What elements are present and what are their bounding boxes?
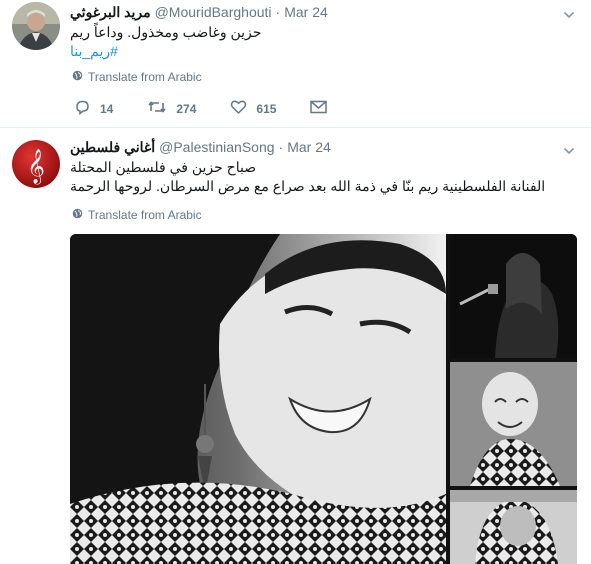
reply-button[interactable]: 14 [74,99,113,118]
thumbnail-3[interactable] [450,490,577,564]
translate-link[interactable]: Translate from Arabic [72,208,202,222]
main-photo[interactable] [70,234,446,564]
timestamp[interactable]: Mar 24 [287,139,331,155]
retweet-count: 274 [176,101,197,116]
like-count: 615 [256,101,277,116]
display-name[interactable]: أغاني فلسطين [70,139,155,156]
svg-text:𝄞: 𝄞 [27,149,45,185]
tweet-mourid[interactable]: مريد البرغوثي @MouridBarghouti · Mar 24 … [0,0,591,128]
heart-icon [230,99,256,118]
tweet-text-line2: الفنانة الفلسطينية ريم بنّا في ذمة الله … [70,178,546,194]
separator: · [275,4,281,20]
translate-link[interactable]: Translate from Arabic [72,70,202,84]
direct-message-button[interactable] [310,100,336,117]
tweet-text: حزين وغاضب ومخذول. وداعاً ريم [70,24,262,40]
translate-label: Translate from Arabic [88,70,202,84]
envelope-icon [310,100,336,117]
thumbnail-2[interactable] [450,362,577,486]
tweet-text-line1: صباح حزين في فلسطين المحتلة [70,159,257,175]
like-button[interactable]: 615 [230,99,276,118]
reply-icon [74,99,100,118]
username[interactable]: @PalestinianSong [159,139,274,155]
tweet-actions: 14 274 615 [74,99,370,118]
media-grid [70,234,577,564]
tweet-header: أغاني فلسطين @PalestinianSong · Mar 24 [70,137,331,157]
reply-count: 14 [100,101,114,116]
display-name[interactable]: مريد البرغوثي [70,4,151,21]
timestamp[interactable]: Mar 24 [284,4,328,20]
translate-label: Translate from Arabic [88,208,202,222]
avatar[interactable] [12,2,60,50]
chevron-down-icon[interactable] [563,144,575,156]
separator: · [278,139,284,155]
hashtag-link[interactable]: #ريم_بنا [70,42,580,60]
retweet-button[interactable]: 274 [147,99,196,118]
tweet-palestinian-song[interactable]: 𝄞 أغاني فلسطين @PalestinianSong · Mar 24… [0,128,591,564]
thumbnail-1[interactable] [450,234,577,358]
globe-icon [72,208,88,222]
retweet-icon [147,99,176,118]
avatar[interactable]: 𝄞 [12,140,60,188]
tweet-header: مريد البرغوثي @MouridBarghouti · Mar 24 [70,2,328,22]
chevron-down-icon[interactable] [563,8,575,20]
username[interactable]: @MouridBarghouti [155,4,272,20]
globe-icon [72,70,88,84]
